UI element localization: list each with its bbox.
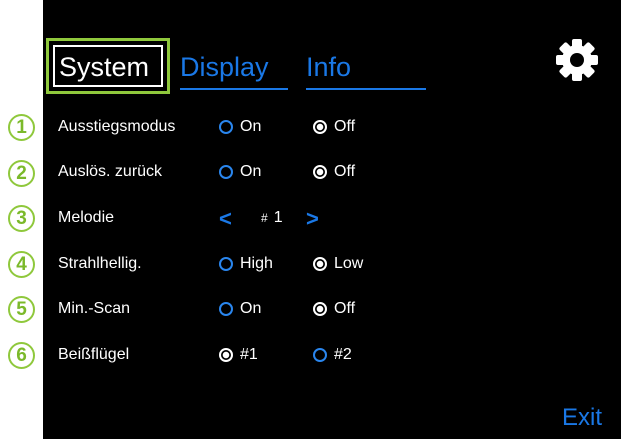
chevron-right-icon[interactable]: > xyxy=(306,206,319,232)
option-label: On xyxy=(240,118,262,135)
option-label: On xyxy=(240,163,262,180)
option-label: Off xyxy=(334,300,356,317)
option-label: Off xyxy=(334,118,356,135)
gear-icon[interactable] xyxy=(555,38,599,82)
setting-label: Ausstiegsmodus xyxy=(58,118,176,135)
setting-row-melodie: Melodie < #1 > xyxy=(43,203,621,233)
radio-unselected-icon xyxy=(219,120,233,134)
radio-unselected-icon xyxy=(219,302,233,316)
option-label: Off xyxy=(334,163,356,180)
setting-row-ausloes-zurueck: Auslös. zurück On Off xyxy=(43,157,621,187)
option-off[interactable]: Off xyxy=(313,118,355,136)
setting-row-min-scan: Min.-Scan On Off xyxy=(43,294,621,324)
badge-3: 3 xyxy=(8,205,35,232)
option-1[interactable]: #1 xyxy=(219,346,258,364)
melody-number: 1 xyxy=(273,209,283,226)
setting-row-strahlhellig: Strahlhellig. High Low xyxy=(43,249,621,279)
setting-label: Strahlhellig. xyxy=(58,255,142,272)
tab-system-label: System xyxy=(53,45,163,87)
radio-unselected-icon xyxy=(219,165,233,179)
radio-selected-icon xyxy=(219,348,233,362)
option-label: #1 xyxy=(240,346,258,363)
melody-value: #1 xyxy=(261,209,283,227)
setting-label: Beißflügel xyxy=(58,346,130,363)
setting-label: Melodie xyxy=(58,209,115,226)
tab-display[interactable]: Display xyxy=(180,50,288,90)
setting-label: Min.-Scan xyxy=(58,300,131,317)
option-label: High xyxy=(240,255,273,272)
option-on[interactable]: On xyxy=(219,118,261,136)
radio-unselected-icon xyxy=(219,257,233,271)
radio-selected-icon xyxy=(313,257,327,271)
tab-system[interactable]: System xyxy=(46,38,170,94)
device-screen: System Display Info Ausstiegsmodus On Of… xyxy=(43,0,621,439)
setting-row-beissfluegel: Beißflügel #1 #2 xyxy=(43,340,621,370)
option-high[interactable]: High xyxy=(219,255,273,273)
exit-button[interactable]: Exit xyxy=(562,404,602,432)
option-label: Low xyxy=(334,255,364,272)
melody-hash: # xyxy=(261,211,268,225)
app-page: 1 2 3 4 5 6 System Display Info Ausstieg… xyxy=(0,0,621,439)
radio-unselected-icon xyxy=(313,348,327,362)
setting-row-ausstiegsmodus: Ausstiegsmodus On Off xyxy=(43,112,621,142)
setting-label: Auslös. zurück xyxy=(58,163,163,180)
chevron-left-icon[interactable]: < xyxy=(219,206,232,232)
badge-4: 4 xyxy=(8,251,35,278)
option-2[interactable]: #2 xyxy=(313,346,352,364)
option-on[interactable]: On xyxy=(219,163,261,181)
option-low[interactable]: Low xyxy=(313,255,363,273)
radio-selected-icon xyxy=(313,302,327,316)
badge-6: 6 xyxy=(8,342,35,369)
tab-info[interactable]: Info xyxy=(306,50,426,90)
option-label: #2 xyxy=(334,346,352,363)
radio-selected-icon xyxy=(313,120,327,134)
badge-2: 2 xyxy=(8,160,35,187)
badge-1: 1 xyxy=(8,114,35,141)
badge-5: 5 xyxy=(8,296,35,323)
option-off[interactable]: Off xyxy=(313,300,355,318)
radio-selected-icon xyxy=(313,165,327,179)
option-on[interactable]: On xyxy=(219,300,261,318)
option-off[interactable]: Off xyxy=(313,163,355,181)
option-label: On xyxy=(240,300,262,317)
